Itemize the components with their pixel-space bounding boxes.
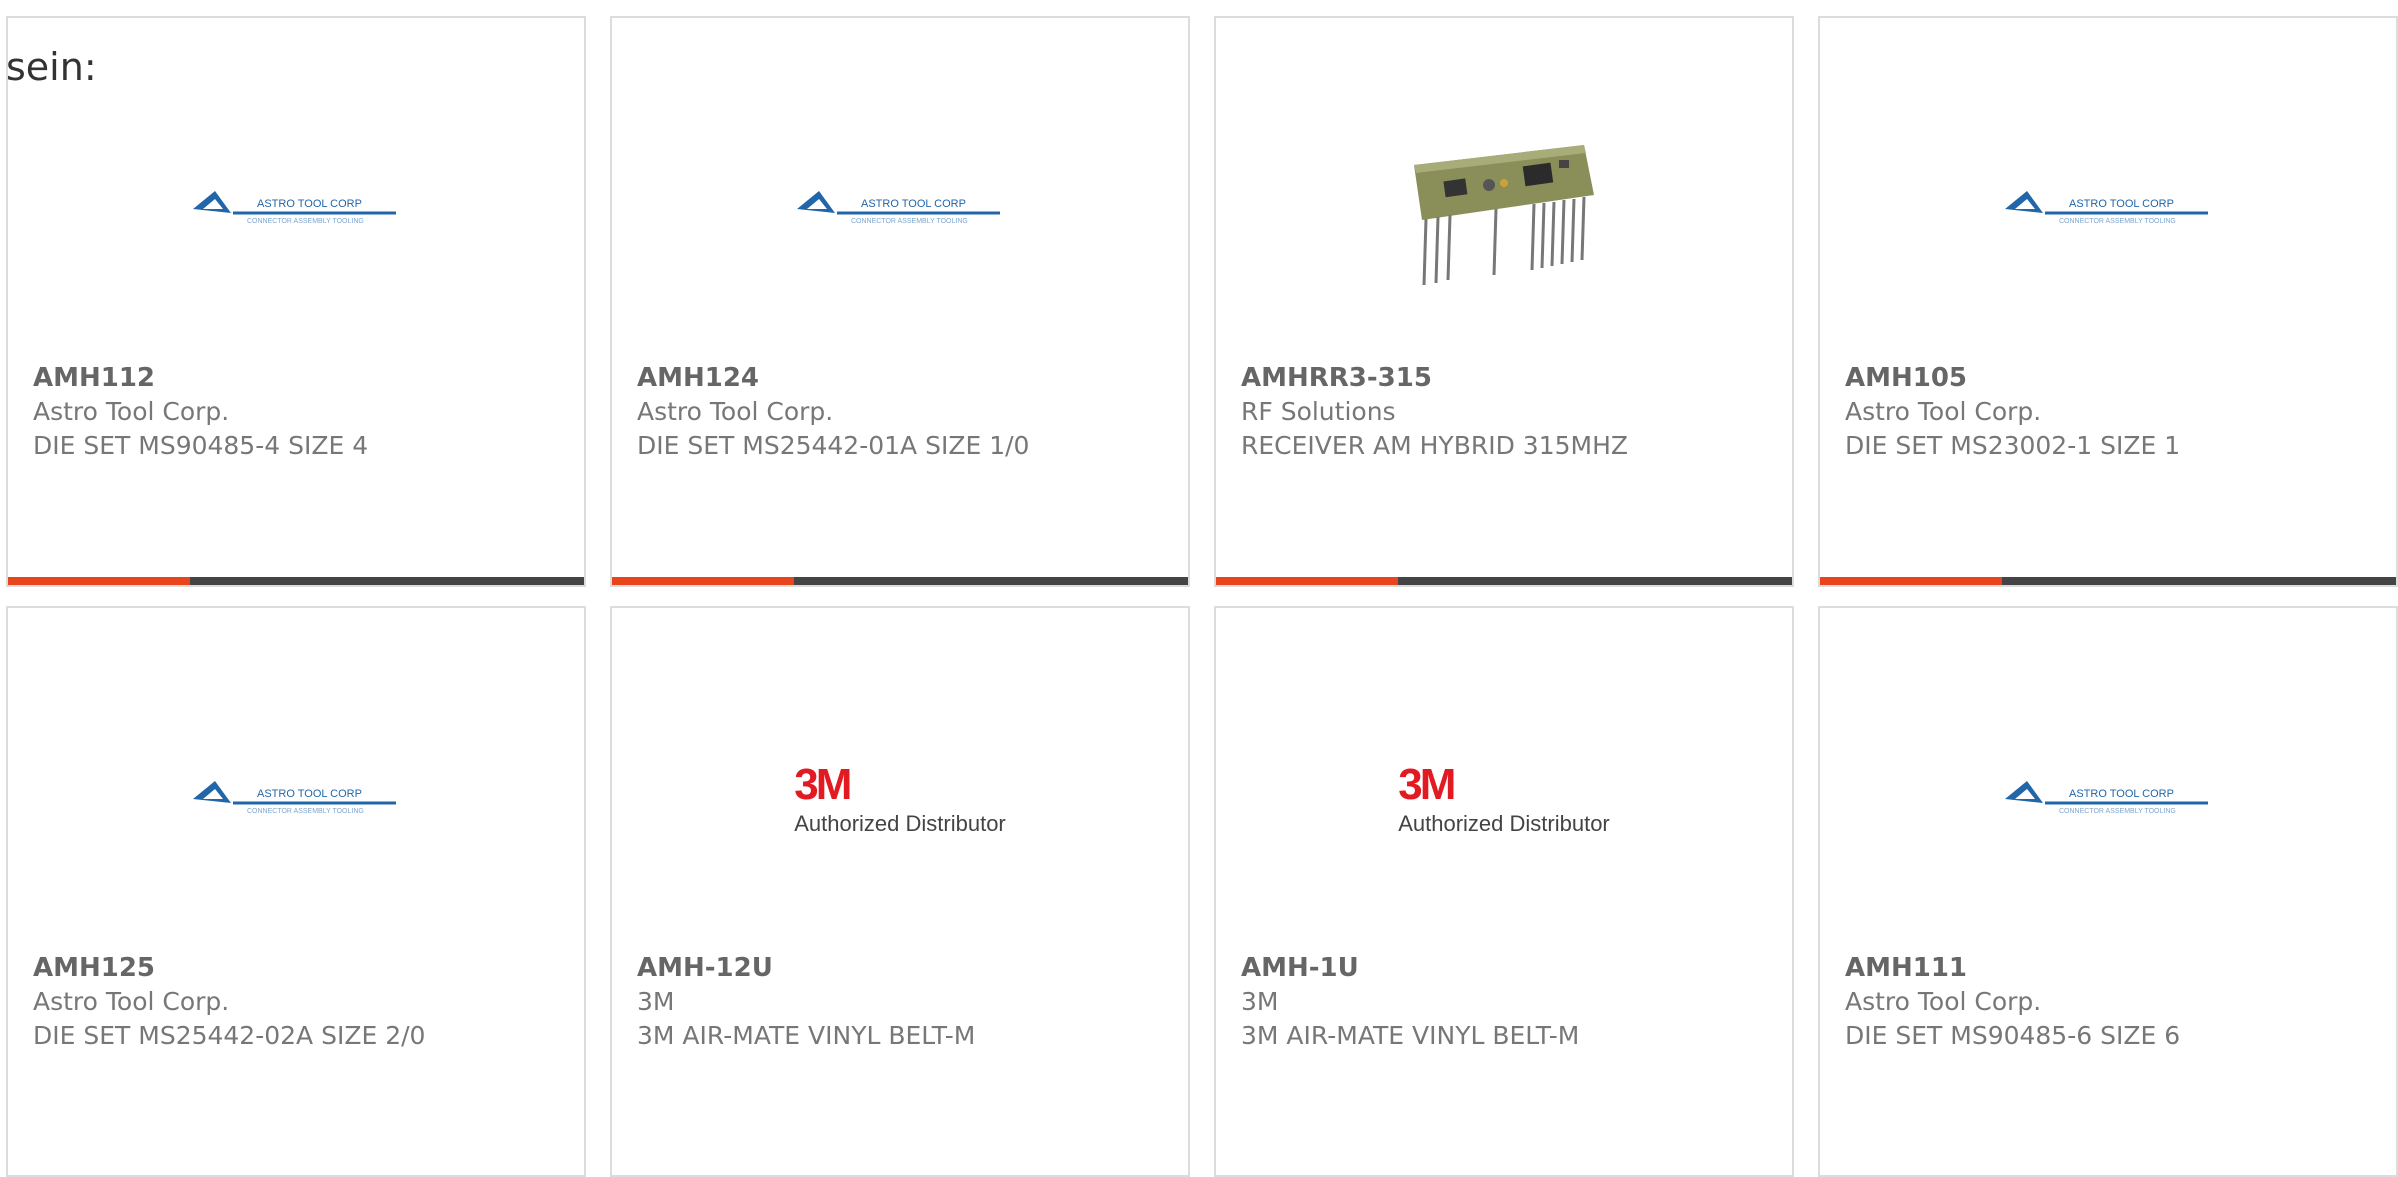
card-bottom-bar <box>1216 577 1792 585</box>
part-number-link[interactable]: AMH125 <box>33 951 425 985</box>
svg-text:CONNECTOR ASSEMBLY TOOLING: CONNECTOR ASSEMBLY TOOLING <box>2059 808 2176 815</box>
manufacturer: 3M <box>1241 987 1279 1016</box>
part-number-link[interactable]: AMH-12U <box>637 951 975 985</box>
manufacturer: 3M <box>637 987 675 1016</box>
card-accent-bar <box>612 577 794 585</box>
card-bottom-bar <box>8 577 584 585</box>
svg-text:CONNECTOR ASSEMBLY TOOLING: CONNECTOR ASSEMBLY TOOLING <box>247 218 364 225</box>
part-number-link[interactable]: AMHRR3-315 <box>1241 361 1628 395</box>
product-card-amhrr3-315[interactable]: AMHRR3-315 RF Solutions RECEIVER AM HYBR… <box>1214 16 1794 587</box>
product-card-amh105[interactable]: ASTRO TOOL CORP CONNECTOR ASSEMBLY TOOLI… <box>1818 16 2398 587</box>
3m-authorized-distributor-logo: 3M Authorized Distributor <box>1398 760 1610 837</box>
manufacturer: Astro Tool Corp. <box>33 397 230 426</box>
product-image[interactable]: ASTRO TOOL CORP CONNECTOR ASSEMBLY TOOLI… <box>8 90 584 330</box>
product-image[interactable]: 3M Authorized Distributor <box>612 680 1188 920</box>
svg-text:CONNECTOR ASSEMBLY TOOLING: CONNECTOR ASSEMBLY TOOLING <box>247 808 364 815</box>
description: 3M AIR-MATE VINYL BELT-M <box>1241 1021 1580 1050</box>
card-bottom-bar <box>1820 577 2396 585</box>
card-accent-bar <box>8 577 190 585</box>
product-image[interactable]: ASTRO TOOL CORP CONNECTOR ASSEMBLY TOOLI… <box>1820 680 2396 920</box>
manufacturer: Astro Tool Corp. <box>1845 987 2042 1016</box>
product-card-amh125[interactable]: ASTRO TOOL CORP CONNECTOR ASSEMBLY TOOLI… <box>6 606 586 1177</box>
product-card-amh-1u[interactable]: 3M Authorized Distributor AMH-1U 3M 3M A… <box>1214 606 1794 1177</box>
description: DIE SET MS25442-01A SIZE 1/0 <box>637 431 1030 460</box>
astro-tool-corp-logo: ASTRO TOOL CORP CONNECTOR ASSEMBLY TOOLI… <box>2005 781 2208 815</box>
manufacturer: Astro Tool Corp. <box>637 397 834 426</box>
description: DIE SET MS23002-1 SIZE 1 <box>1845 431 2181 460</box>
description: DIE SET MS25442-02A SIZE 2/0 <box>33 1021 426 1050</box>
part-number-link[interactable]: AMH112 <box>33 361 368 395</box>
card-bottom-bar <box>612 577 1188 585</box>
svg-text:ASTRO TOOL CORP: ASTRO TOOL CORP <box>257 198 362 210</box>
svg-text:CONNECTOR ASSEMBLY TOOLING: CONNECTOR ASSEMBLY TOOLING <box>851 218 968 225</box>
svg-text:ASTRO TOOL CORP: ASTRO TOOL CORP <box>2069 198 2174 210</box>
svg-text:ASTRO TOOL CORP: ASTRO TOOL CORP <box>2069 788 2174 800</box>
product-card-amh-12u[interactable]: 3M Authorized Distributor AMH-12U 3M 3M … <box>610 606 1190 1177</box>
astro-tool-corp-logo: ASTRO TOOL CORP CONNECTOR ASSEMBLY TOOLI… <box>797 191 1000 225</box>
manufacturer: Astro Tool Corp. <box>33 987 230 1016</box>
product-image[interactable]: ASTRO TOOL CORP CONNECTOR ASSEMBLY TOOLI… <box>8 680 584 920</box>
card-accent-bar <box>1820 577 2002 585</box>
astro-tool-corp-logo: ASTRO TOOL CORP CONNECTOR ASSEMBLY TOOLI… <box>193 781 396 815</box>
part-number-link[interactable]: AMH111 <box>1845 951 2180 985</box>
card-accent-bar <box>1216 577 1398 585</box>
product-image[interactable]: 3M Authorized Distributor <box>1216 680 1792 920</box>
description: RECEIVER AM HYBRID 315MHZ <box>1241 431 1628 460</box>
description: DIE SET MS90485-4 SIZE 4 <box>33 431 369 460</box>
svg-text:ASTRO TOOL CORP: ASTRO TOOL CORP <box>861 198 966 210</box>
product-card-amh111[interactable]: ASTRO TOOL CORP CONNECTOR ASSEMBLY TOOLI… <box>1818 606 2398 1177</box>
part-number-link[interactable]: AMH105 <box>1845 361 2180 395</box>
product-image[interactable] <box>1216 90 1792 330</box>
product-card-amh112[interactable]: ASTRO TOOL CORP CONNECTOR ASSEMBLY TOOLI… <box>6 16 586 587</box>
intro-text: sein: <box>6 45 97 89</box>
product-image[interactable]: ASTRO TOOL CORP CONNECTOR ASSEMBLY TOOLI… <box>1820 90 2396 330</box>
svg-text:ASTRO TOOL CORP: ASTRO TOOL CORP <box>257 788 362 800</box>
part-number-link[interactable]: AMH-1U <box>1241 951 1579 985</box>
svg-text:CONNECTOR ASSEMBLY TOOLING: CONNECTOR ASSEMBLY TOOLING <box>2059 218 2176 225</box>
receiver-module-image <box>1414 145 1594 286</box>
manufacturer: RF Solutions <box>1241 397 1396 426</box>
description: 3M AIR-MATE VINYL BELT-M <box>637 1021 976 1050</box>
astro-tool-corp-logo: ASTRO TOOL CORP CONNECTOR ASSEMBLY TOOLI… <box>193 191 396 225</box>
manufacturer: Astro Tool Corp. <box>1845 397 2042 426</box>
3m-authorized-distributor-logo: 3M Authorized Distributor <box>794 760 1006 837</box>
description: DIE SET MS90485-6 SIZE 6 <box>1845 1021 2181 1050</box>
product-image[interactable]: ASTRO TOOL CORP CONNECTOR ASSEMBLY TOOLI… <box>612 90 1188 330</box>
astro-tool-corp-logo: ASTRO TOOL CORP CONNECTOR ASSEMBLY TOOLI… <box>2005 191 2208 225</box>
part-number-link[interactable]: AMH124 <box>637 361 1029 395</box>
product-card-amh124[interactable]: ASTRO TOOL CORP CONNECTOR ASSEMBLY TOOLI… <box>610 16 1190 587</box>
